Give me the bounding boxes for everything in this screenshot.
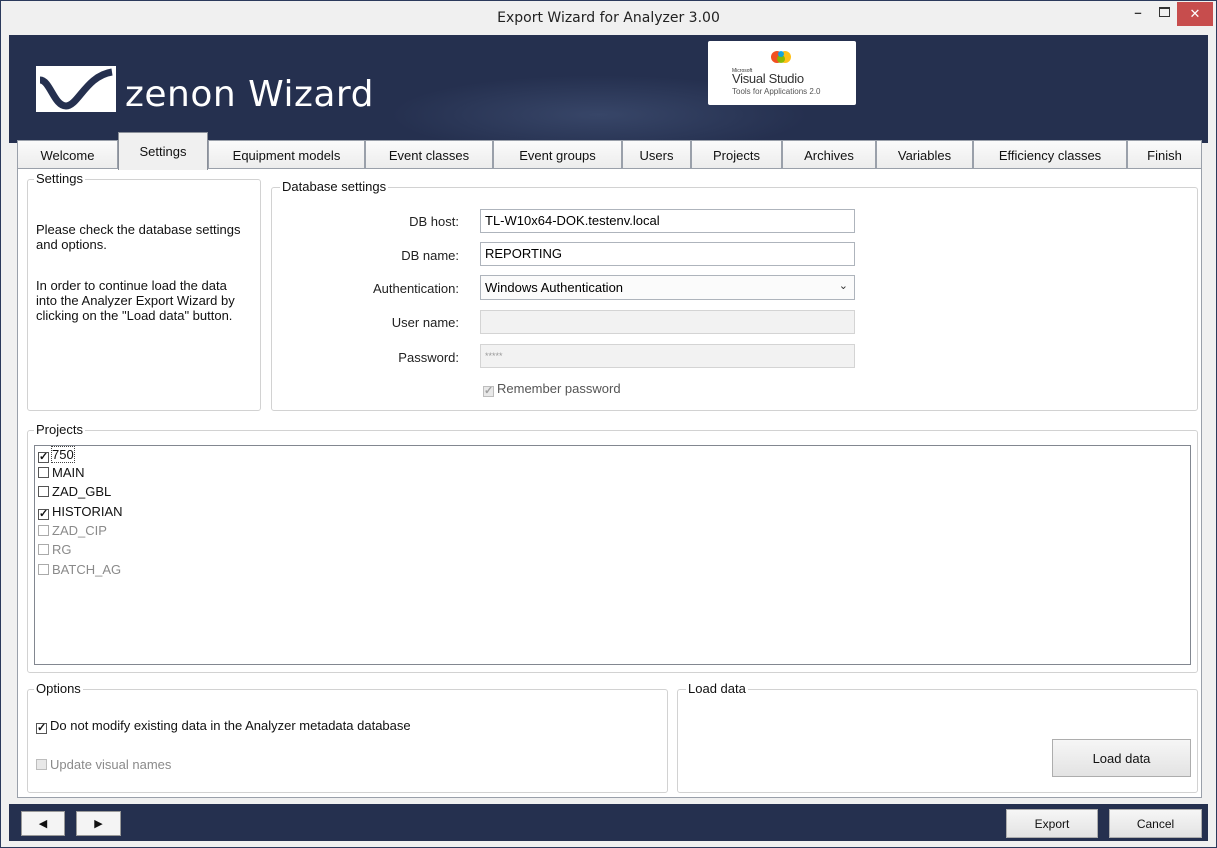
checkbox-icon[interactable] [38, 525, 49, 536]
list-item[interactable]: BATCH_AG [38, 562, 121, 578]
database-settings-title: Database settings [280, 179, 389, 195]
tab-projects[interactable]: Projects [691, 140, 782, 169]
visual-studio-badge: Microsoft Visual Studio Tools for Applic… [708, 41, 856, 105]
list-item[interactable]: RG [38, 542, 72, 558]
do-not-modify-label: Do not modify existing data in the Analy… [50, 718, 411, 733]
authentication-value: Windows Authentication [485, 280, 624, 295]
db-host-label: DB host: [409, 214, 459, 229]
project-label: MAIN [52, 465, 85, 480]
db-name-label: DB name: [401, 248, 459, 263]
project-label: BATCH_AG [52, 562, 122, 577]
tab-settings[interactable]: Settings [118, 132, 208, 170]
vs-name-label: Visual Studio [732, 71, 804, 86]
tab-variables[interactable]: Variables [876, 140, 973, 169]
visual-studio-logo-icon [771, 51, 791, 63]
list-item[interactable]: MAIN [38, 465, 85, 481]
tab-equipment-models[interactable]: Equipment models [208, 140, 365, 169]
db-host-input[interactable]: TL-W10x64-DOK.testenv.local [480, 209, 855, 233]
checkbox-icon[interactable] [38, 564, 49, 575]
db-name-input[interactable]: REPORTING [480, 242, 855, 266]
title-bar: Export Wizard for Analyzer 3.00 – ✕ [1, 1, 1216, 34]
projects-group-title: Projects [34, 422, 85, 438]
vs-sub-label: Tools for Applications 2.0 [732, 87, 821, 96]
window-title: Export Wizard for Analyzer 3.00 [497, 10, 720, 26]
project-label: HISTORIAN [52, 504, 123, 519]
list-item[interactable]: ZAD_CIP [38, 523, 107, 539]
user-name-label: User name: [391, 315, 459, 330]
checkmark-icon[interactable]: ✓ [38, 452, 49, 463]
password-label: Password: [398, 350, 459, 365]
settings-description-1: Please check the database settings and o… [36, 222, 241, 252]
list-item[interactable]: ✓ 750 [38, 446, 75, 463]
cancel-button[interactable]: Cancel [1109, 809, 1202, 838]
authentication-label: Authentication: [372, 281, 459, 296]
wizard-banner: zenon Wizard Microsoft Visual Studio Too… [9, 35, 1208, 143]
load-data-group-title: Load data [686, 681, 748, 697]
checkbox-icon[interactable] [38, 486, 49, 497]
export-wizard-window: Export Wizard for Analyzer 3.00 – ✕ zeno… [0, 0, 1217, 848]
list-item[interactable]: ✓ HISTORIAN [38, 504, 123, 520]
password-input[interactable]: ***** [480, 344, 855, 368]
maximize-icon [1158, 7, 1170, 17]
options-group: Options [27, 681, 668, 793]
tab-event-groups[interactable]: Event groups [493, 140, 622, 169]
checkmark-icon[interactable]: ✓ [38, 509, 49, 520]
wizard-footer: ◀ ▶ Export Cancel [9, 804, 1208, 841]
minimize-button[interactable]: – [1125, 1, 1151, 23]
zenon-logo-icon [36, 66, 116, 112]
authentication-select[interactable]: Windows Authentication ⌄ [480, 275, 855, 300]
close-button[interactable]: ✕ [1177, 2, 1213, 26]
tab-event-classes[interactable]: Event classes [365, 140, 493, 169]
checkbox-icon[interactable] [38, 467, 49, 478]
remember-password-label: Remember password [497, 381, 621, 396]
close-icon: ✕ [1189, 6, 1201, 21]
load-data-button[interactable]: Load data [1052, 739, 1191, 777]
tab-finish[interactable]: Finish [1127, 140, 1202, 169]
tab-users[interactable]: Users [622, 140, 691, 169]
tab-archives[interactable]: Archives [782, 140, 876, 169]
triangle-left-icon: ◀ [38, 818, 48, 830]
project-label: ZAD_GBL [52, 484, 112, 499]
zenon-wizard-title: zenon Wizard [125, 74, 374, 115]
settings-group: Settings Please check the database setti… [27, 171, 261, 411]
project-label: ZAD_CIP [52, 523, 107, 538]
export-button[interactable]: Export [1006, 809, 1098, 838]
settings-description-2: In order to continue load the data into … [36, 278, 235, 323]
checkbox-icon[interactable] [38, 544, 49, 555]
chevron-down-icon: ⌄ [838, 280, 848, 292]
tab-efficiency-classes[interactable]: Efficiency classes [973, 140, 1127, 169]
checkmark-icon: ✓ [483, 385, 494, 397]
checkmark-icon: ✓ [36, 722, 47, 734]
update-visual-names-label: Update visual names [50, 757, 172, 772]
projects-checklist[interactable]: ✓ 750 MAIN ZAD_GBL ✓ HISTORIAN ZAD_CIP RG … [34, 445, 1191, 665]
triangle-right-icon: ▶ [94, 818, 103, 830]
project-label: 750 [51, 446, 75, 463]
do-not-modify-checkbox[interactable]: ✓ Do not modify existing data in the Anal… [36, 718, 411, 734]
user-name-input[interactable] [480, 310, 855, 334]
remember-password-checkbox[interactable]: ✓ Remember password [483, 381, 621, 397]
maximize-button[interactable] [1151, 1, 1177, 23]
options-group-title: Options [34, 681, 83, 697]
next-button[interactable]: ▶ [76, 811, 121, 836]
checkbox-icon [36, 759, 47, 770]
project-label: RG [52, 542, 72, 557]
settings-group-title: Settings [34, 171, 85, 187]
update-visual-names-checkbox[interactable]: Update visual names [36, 757, 171, 772]
tab-welcome[interactable]: Welcome [17, 140, 118, 169]
previous-button[interactable]: ◀ [21, 811, 65, 836]
list-item[interactable]: ZAD_GBL [38, 484, 111, 500]
wizard-tabs: Welcome Settings Equipment models Event … [17, 132, 1202, 170]
